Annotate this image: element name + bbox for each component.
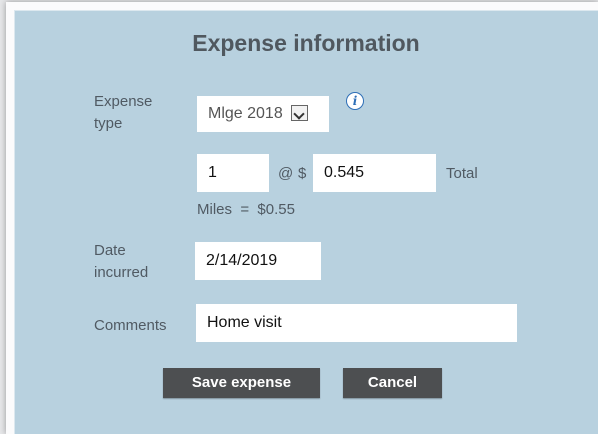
at-symbol: @	[278, 165, 294, 182]
comments-input[interactable]	[196, 304, 517, 342]
expense-type-select[interactable]: Mlge 2018	[197, 96, 329, 132]
date-incurred-input[interactable]	[195, 242, 321, 280]
comments-label: Comments	[94, 317, 167, 334]
chevron-down-icon[interactable]	[291, 105, 308, 121]
total-label: Total	[446, 165, 478, 182]
info-icon[interactable]: i	[346, 92, 364, 110]
currency-symbol: $	[298, 165, 307, 182]
form-title: Expense information	[192, 30, 420, 56]
miles-summary: Miles = $0.55	[197, 201, 295, 218]
expense-type-label: Expense type	[94, 93, 153, 132]
save-expense-button[interactable]: Save expense	[163, 368, 320, 398]
rate-input[interactable]	[313, 154, 436, 192]
cancel-button[interactable]: Cancel	[343, 368, 442, 398]
date-incurred-label: Date incurred	[94, 242, 149, 281]
expense-type-value: Mlge 2018	[208, 105, 283, 122]
quantity-input[interactable]	[197, 154, 269, 192]
